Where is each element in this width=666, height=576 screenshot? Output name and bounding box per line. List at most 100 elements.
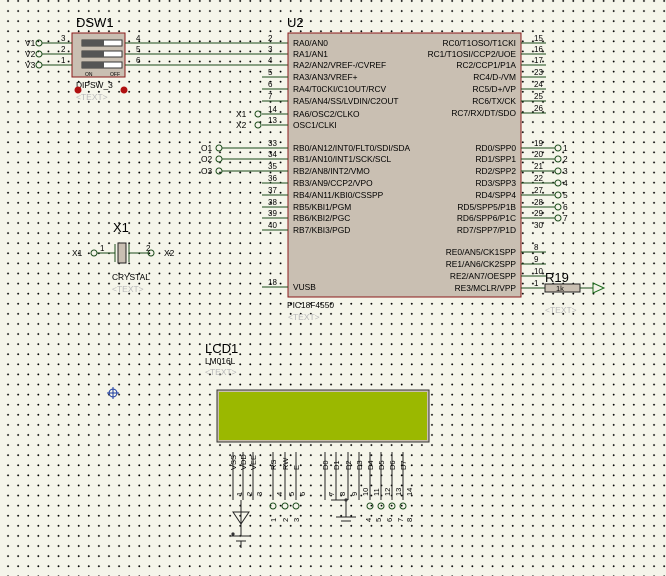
u2-pin-label: RD1/SPP1 (476, 154, 517, 164)
origin-crosshair-icon (107, 387, 119, 399)
u2-pin-label: RB3/AN9/CCP2/VPO (293, 178, 373, 188)
net-label-v2: V2 (25, 49, 36, 59)
u2-pin-num: 10 (534, 267, 543, 276)
power-terminal-icon[interactable] (592, 282, 606, 294)
crystal-x1[interactable]: X1 1 2 X1 X2 CRYSTAL <TEXT> (72, 220, 175, 294)
u2-pin-label: RB2/AN8/INT2/VMO (293, 166, 370, 176)
u2-pin-num: 33 (268, 139, 277, 148)
net-label-x1: X1 (236, 109, 247, 119)
lcd1-net-terminal[interactable] (292, 502, 300, 510)
u2-pin-num: 5 (268, 68, 273, 77)
r19-text-placeholder: <TEXT> (545, 305, 577, 315)
net-terminal-d4[interactable] (554, 179, 562, 187)
dsw1-on-label: ON (85, 72, 93, 78)
dsw1-pin-num: 5 (136, 45, 141, 54)
resistor-r19[interactable]: R19 1k <TEXT> (521, 270, 606, 315)
lcd1-pin-num: 3 (255, 492, 264, 496)
schematic-canvas[interactable]: { "dsw1": { "ref": "DSW1", "part": "DIPS… (0, 0, 666, 576)
lcd1-pin-num: 12 (383, 488, 392, 496)
u2-pin-num: 7 (268, 92, 273, 101)
net-label-d2: 2 (563, 154, 568, 164)
lcd1-net-terminal[interactable] (388, 502, 396, 510)
u2-pin-label: RD3/SPP3 (476, 178, 517, 188)
net-terminal-d3[interactable] (554, 167, 562, 175)
u2-pin-label: RA4/T0CKI/C1OUT/RCV (293, 84, 386, 94)
net-terminal-x2[interactable] (254, 121, 262, 129)
net-terminal-x1[interactable] (254, 110, 262, 118)
lcd1-net-label: 2 (281, 518, 290, 522)
lcd1-pin-num: 4 (275, 492, 284, 496)
x1-pin1-num: 1 (100, 244, 105, 253)
dsw1-pin-num: 2 (61, 45, 66, 54)
net-terminal-d6[interactable] (554, 203, 562, 211)
u2-pin-num: 18 (268, 278, 277, 287)
dsw1-origin-marker-2 (120, 86, 128, 94)
net-label-d6: 6 (563, 202, 568, 212)
u2-portd-nets: 12 3 4 5 67 (521, 143, 568, 223)
net-terminal-d7[interactable] (554, 214, 562, 222)
dsw1-switch-3-knob (82, 62, 104, 68)
lcd1-pin-label: VSS (229, 455, 238, 470)
u2-pin-label: RA2/AN2/VREF-/CVREF (293, 60, 386, 70)
lcd1-net-terminal[interactable] (366, 502, 374, 510)
lcd1-pin-label: D4 (366, 460, 375, 470)
u2-pin-num: 9 (534, 255, 539, 264)
u2-pin-num: 4 (268, 56, 273, 65)
u2-pin-num: 37 (268, 186, 277, 195)
x1-net-left: X1 (72, 248, 83, 258)
x1-ref: X1 (113, 220, 129, 235)
net-terminal-d2[interactable] (554, 155, 562, 163)
dsw1-ref: DSW1 (76, 15, 114, 30)
u2-pin-num: 30 (534, 221, 543, 230)
lcd1-net-terminal[interactable] (281, 502, 289, 510)
u2-pin-label: RD6/SPP6/P1C (457, 213, 516, 223)
u2-pin-label: RC2/CCP1/P1A (456, 60, 516, 70)
net-terminal-v1[interactable] (35, 39, 43, 47)
lcd1-net-label: 7 (396, 518, 405, 522)
net-label-o2: O2 (201, 154, 213, 164)
lcd1-pin-label: D2 (344, 460, 353, 470)
lcd1-pin-num: 10 (361, 488, 370, 496)
u2-pin-label: RB0/AN12/INT0/FLT0/SDI/SDA (293, 143, 411, 153)
lcd1-pin-label: VEE (249, 455, 258, 470)
u2-pin-label: RB4/AN11/KBI0/CSSPP (293, 190, 384, 200)
u2-pin-label: RA3/AN3/VREF+ (293, 72, 358, 82)
u2-pin-label: RA0/AN0 (293, 38, 328, 48)
u2-pin-label: RC5/D+/VP (472, 84, 516, 94)
u2-pin-num: 2 (268, 34, 273, 43)
u2-pin-num: 16 (534, 45, 543, 54)
u2-pin-label: RB1/AN10/INT1/SCK/SCL (293, 154, 392, 164)
schematic-svg: DSW1 ON OFF DIPSW_3 <TEXT> V1 V2 V3 3 2 … (25, 15, 606, 548)
lcd1-pin-num: 7 (327, 492, 336, 496)
x1-pin2-num: 2 (146, 244, 151, 253)
net-terminal-v3[interactable] (35, 61, 43, 69)
lcd1-net-terminal[interactable] (399, 502, 407, 510)
lcd1-net-terminal[interactable] (269, 502, 277, 510)
net-label-d5: 5 (563, 190, 568, 200)
net-terminal-d1[interactable] (554, 144, 562, 152)
x1-pin1-terminal[interactable] (90, 249, 98, 257)
lcd1-net-label: 5 (374, 518, 383, 522)
x1-net-right: X2 (164, 248, 175, 258)
x1-text-placeholder: <TEXT> (112, 284, 144, 294)
lcd1-pin-num: 11 (372, 488, 381, 496)
lcd1-net-label: 6 (385, 518, 394, 522)
u2-pin-label: RE0/AN5/CK1SPP (446, 247, 517, 257)
dipswitch-dsw1[interactable]: DSW1 ON OFF DIPSW_3 <TEXT> (71, 15, 128, 102)
net-terminal-o2[interactable] (215, 155, 223, 163)
lcd1-pin-num: 8 (338, 492, 347, 496)
net-label-d4: 4 (563, 178, 568, 188)
lcd1-pin-label: D3 (355, 460, 364, 470)
lcd-lcd1[interactable]: LCD1 LM016L <TEXT> (205, 341, 430, 443)
net-terminal-o3[interactable] (215, 167, 223, 175)
lcd1-net-terminal[interactable] (377, 502, 385, 510)
net-terminal-o1[interactable] (215, 144, 223, 152)
net-terminal-v2[interactable] (35, 50, 43, 58)
lcd1-screen (219, 392, 427, 440)
u2-pin-label: RE3/MCLR/VPP (455, 283, 517, 293)
dsw1-text-placeholder: <TEXT> (76, 92, 108, 102)
dsw1-origin-marker (74, 86, 82, 94)
net-terminal-d5[interactable] (554, 191, 562, 199)
u2-pin-label: RC7/RX/DT/SDO (451, 108, 516, 118)
u2-pin-num: 19 (534, 139, 543, 148)
